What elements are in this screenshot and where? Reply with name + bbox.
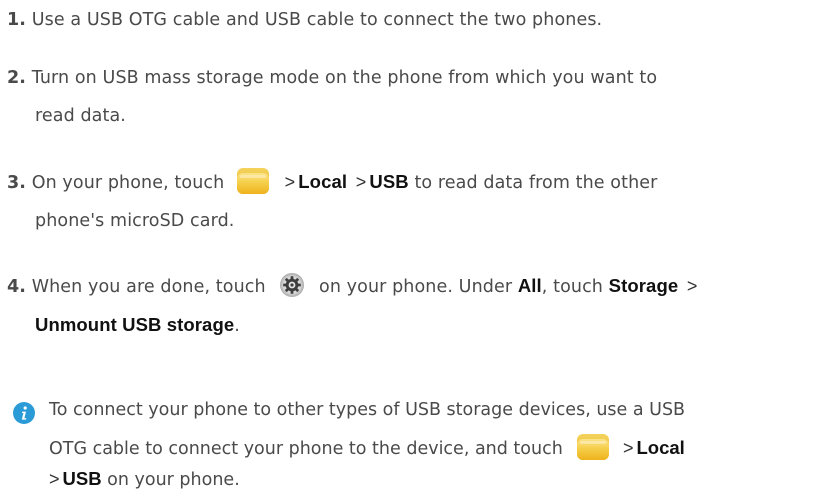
step-text-continued: phone's microSD card. (35, 211, 235, 231)
note-text: To connect your phone to other types of … (13, 391, 818, 495)
step-text: Use a USB OTG cable and USB cable to con… (31, 10, 603, 30)
step-2: 2. Turn on USB mass storage mode on the … (7, 59, 817, 135)
step-text: . (234, 316, 240, 336)
step-text: On your phone, touch (31, 173, 225, 193)
file-manager-folder-icon (576, 432, 610, 462)
step-3: 3. On your phone, touch > Local > USB to r… (7, 163, 817, 240)
menu-separator: > (49, 469, 60, 489)
info-icon (13, 400, 35, 424)
menu-path-all: All (517, 275, 542, 296)
step-text: , touch (541, 277, 603, 297)
step-text-continued: read data. (35, 106, 126, 126)
menu-path-storage: Storage (608, 275, 679, 296)
note-line: > USB on your phone. (49, 464, 818, 495)
menu-path-usb: USB (369, 171, 409, 192)
settings-gear-icon (279, 272, 305, 298)
note-line: OTG cable to connect your phone to the d… (49, 429, 818, 468)
step-text: Turn on USB mass storage mode on the pho… (31, 68, 658, 88)
menu-path-local: Local (636, 437, 685, 458)
note-text-segment: on your phone. (107, 470, 240, 490)
step-text-continued: Unmount USB storage. (7, 306, 817, 345)
note-text-segment: OTG cable to connect your phone to the d… (49, 439, 563, 459)
step-4: 4. When you are done, touch on your phon… (7, 267, 817, 345)
step-number: 1. (7, 10, 27, 30)
note-line: To connect your phone to other types of … (49, 400, 686, 420)
menu-separator: > (622, 438, 634, 458)
menu-separator: > (284, 172, 296, 192)
menu-separator: > (355, 172, 367, 192)
menu-path-usb: USB (62, 468, 102, 489)
menu-path-unmount-usb-storage: Unmount USB storage (35, 314, 235, 335)
step-text: to read data from the other (414, 173, 658, 193)
menu-path-local: Local (298, 171, 348, 192)
menu-separator: > (686, 276, 698, 296)
step-1: 1. Use a USB OTG cable and USB cable to … (7, 1, 817, 39)
step-number: 3. (7, 173, 27, 193)
step-number: 2. (7, 68, 27, 88)
file-manager-folder-icon (236, 166, 270, 196)
step-text: on your phone. Under (319, 277, 513, 297)
step-number: 4. (7, 277, 27, 297)
info-note: To connect your phone to other types of … (13, 391, 818, 495)
step-text: When you are done, touch (31, 277, 266, 297)
